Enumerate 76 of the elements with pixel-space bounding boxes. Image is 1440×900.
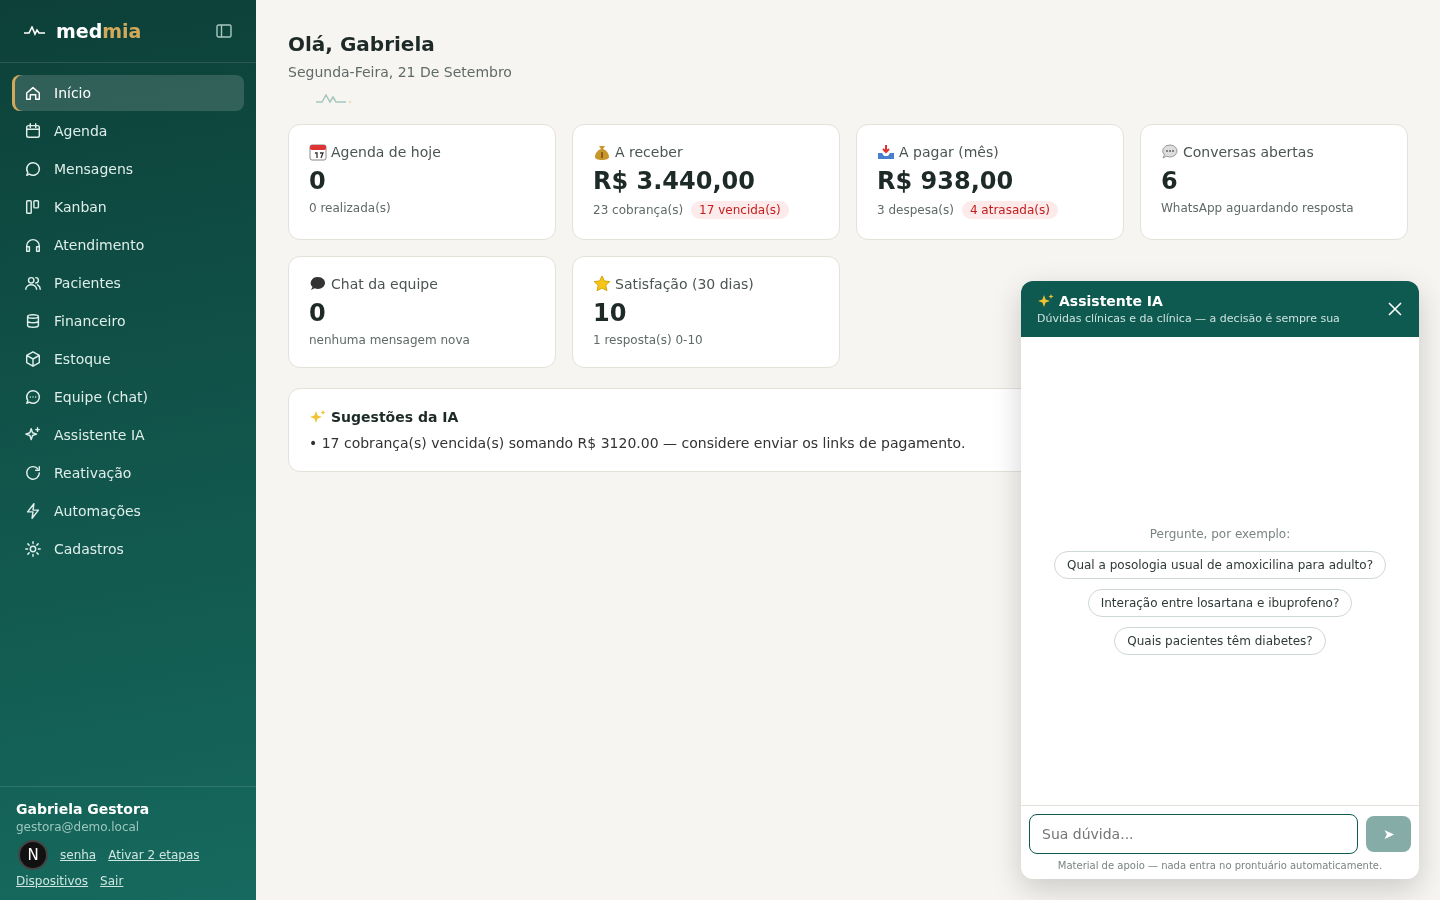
card-icon (593, 275, 611, 293)
alert-badge: 17 vencida(s) (691, 201, 789, 219)
logout-link[interactable]: Sair (100, 874, 124, 888)
nav-item[interactable]: Estoque (12, 341, 244, 377)
sparkle-icon (309, 409, 327, 425)
devices-link[interactable]: Dispositivos (16, 874, 89, 888)
question-input[interactable]: Sua dúvida... (1029, 814, 1358, 854)
nav-item[interactable]: Equipe (chat) (12, 379, 244, 415)
stat-note: 1 resposta(s) 0-10 (593, 333, 703, 347)
card-title: Satisfação (30 dias) (615, 276, 754, 292)
date-text: Segunda-Feira, 21 De Setembro (288, 64, 513, 80)
stat-value: R$ 938,00 (877, 167, 1015, 195)
example-question-button[interactable]: Interação entre losartana e ibuprofeno? (1087, 589, 1353, 617)
stat-value: 0 (309, 299, 327, 327)
stat-note: 0 realizada(s) (309, 201, 391, 215)
stat-note: 23 cobrança(s) (593, 203, 684, 217)
nav-icon (24, 312, 42, 330)
nav-icon (24, 464, 42, 482)
nav-icon (24, 540, 42, 558)
nav-icon (24, 350, 42, 368)
card-title: Chat da equipe (331, 276, 438, 292)
example-question-button[interactable]: Qual a posologia usual de amoxicilina para adulto? (1053, 551, 1387, 579)
assistant-subtitle: Dúvidas clínicas e da clínica — a decisão é sempre sua (1037, 312, 1341, 325)
close-icon[interactable] (1387, 301, 1403, 317)
nav-icon (24, 84, 42, 102)
card-icon (1161, 143, 1179, 161)
stat-note: nenhuma mensagem nova (309, 333, 470, 347)
sidebar-toggle-icon[interactable] (216, 24, 232, 38)
pulse-logo-icon (24, 26, 46, 36)
two-factor-link[interactable]: Ativar 2 etapas (108, 847, 200, 862)
sparkle-icon (1037, 293, 1055, 309)
nav-icon (24, 236, 42, 254)
nav-item[interactable]: Kanban (12, 189, 244, 225)
card-icon (593, 143, 611, 161)
greeting-title: Olá, Gabriela (288, 32, 436, 56)
nav-item[interactable]: Assistente IA (12, 417, 244, 453)
card-title: Conversas abertas (1183, 144, 1314, 160)
nav-icon (24, 160, 42, 178)
disclaimer-text: Material de apoio — nada entra no prontuário automaticamente. (1057, 860, 1383, 871)
nav-item[interactable]: Pacientes (12, 265, 244, 301)
nav-item[interactable]: Reativação (12, 455, 244, 491)
card-icon (309, 143, 327, 161)
card-title: Agenda de hoje (331, 144, 441, 160)
nav-item[interactable]: Atendimento (12, 227, 244, 263)
alert-badge: 4 atrasada(s) (961, 201, 1058, 219)
nav-item[interactable]: Início (12, 75, 244, 111)
nav-item[interactable]: Automações (12, 493, 244, 529)
suggestion-text: • 17 cobrança(s) vencida(s) somando R$ 3120.00 — considere enviar os links de pagamento. (309, 435, 967, 451)
brand-logo: medmia (56, 20, 143, 42)
example-question-button[interactable]: Quais pacientes têm diabetes? (1114, 627, 1326, 655)
assistant-title: Assistente IA (1059, 293, 1163, 309)
nav-icon (24, 502, 42, 520)
password-link[interactable]: senha (60, 847, 97, 862)
card-title: A receber (615, 144, 683, 160)
nav-item[interactable]: Agenda (12, 113, 244, 149)
nav-item[interactable]: Financeiro (12, 303, 244, 339)
stat-value: 0 (309, 167, 327, 195)
stat-note: WhatsApp aguardando resposta (1161, 201, 1354, 215)
card-icon (877, 143, 895, 161)
suggestions-title: Sugestões da IA (331, 409, 459, 425)
prompt-hint: Pergunte, por exemplo: (1149, 527, 1291, 541)
avatar-badge[interactable]: N (18, 839, 48, 870)
nav-item[interactable]: Mensagens (12, 151, 244, 187)
user-name: Gabriela Gestora (16, 801, 151, 817)
user-email: gestora@demo.local (16, 820, 141, 834)
nav-icon (24, 198, 42, 216)
nav-icon (24, 274, 42, 292)
nav-icon (24, 122, 42, 140)
stat-value: R$ 3.440,00 (593, 167, 756, 195)
stat-value: 10 (593, 299, 628, 327)
stat-note: 3 despesa(s) (877, 203, 954, 217)
nav-item[interactable]: Cadastros (12, 531, 244, 567)
stat-value: 6 (1161, 167, 1179, 195)
nav-icon (24, 388, 42, 406)
card-icon (309, 275, 327, 293)
card-title: A pagar (mês) (899, 144, 999, 160)
